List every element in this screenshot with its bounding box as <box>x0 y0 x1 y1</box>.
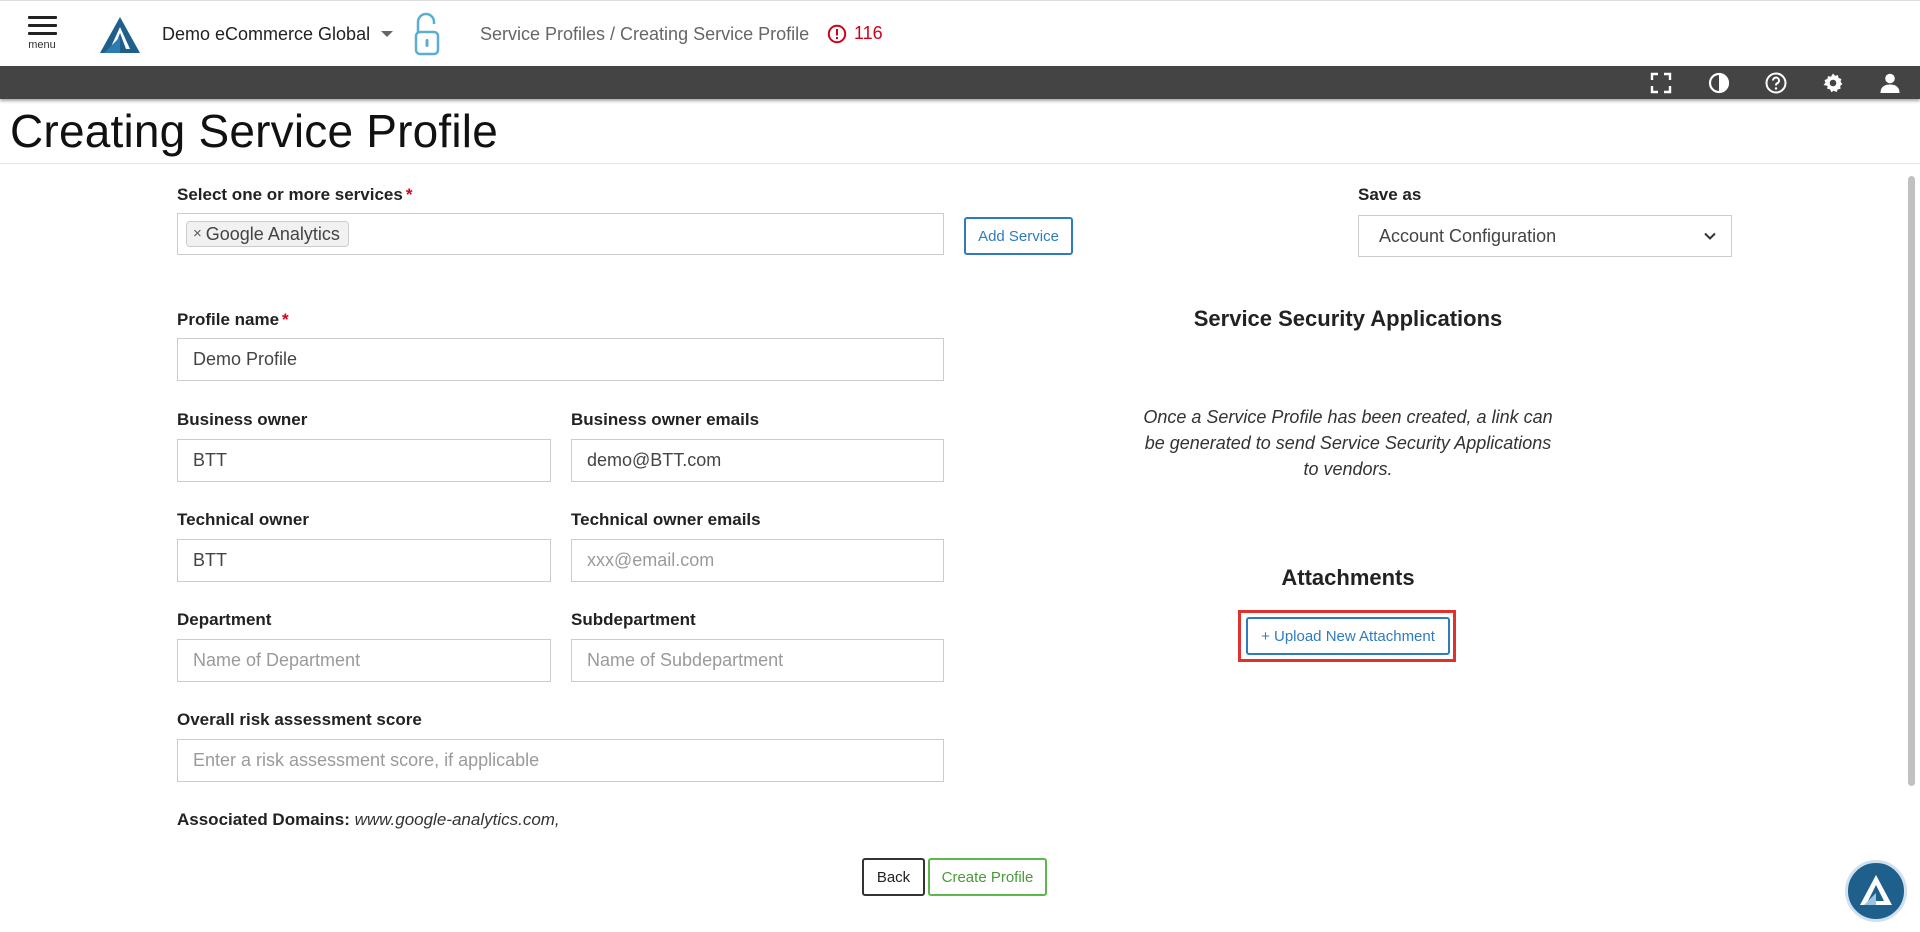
alerts-indicator[interactable]: 116 <box>827 23 883 44</box>
brand-logo-icon <box>1860 875 1892 905</box>
profile-name-input[interactable] <box>177 338 944 381</box>
user-icon[interactable] <box>1878 71 1902 95</box>
help-icon[interactable] <box>1764 71 1788 95</box>
assistant-fab[interactable] <box>1845 860 1907 922</box>
department-label: Department <box>177 610 272 629</box>
domains-label: Associated Domains: <box>177 810 350 829</box>
risk-score-input[interactable] <box>177 739 944 782</box>
chevron-down-icon <box>1704 232 1716 240</box>
technical-owner-label: Technical owner <box>177 510 309 529</box>
profile-name-label: Profile name * <box>177 310 289 330</box>
back-button[interactable]: Back <box>862 858 925 896</box>
subdepartment-input[interactable] <box>571 639 944 682</box>
scrollbar[interactable] <box>1908 176 1915 786</box>
business-owner-input[interactable] <box>177 439 551 482</box>
security-applications-heading: Service Security Applications <box>1193 306 1503 331</box>
technical-owner-emails-label: Technical owner emails <box>571 510 761 529</box>
domains-value: www.google-analytics.com, <box>354 810 560 829</box>
department-input[interactable] <box>177 639 551 682</box>
subdepartment-label: Subdepartment <box>571 610 696 629</box>
required-mark: * <box>282 310 289 329</box>
menu-label: menu <box>28 39 56 51</box>
save-as-label: Save as <box>1358 185 1422 204</box>
remove-chip-icon[interactable]: × <box>193 222 202 246</box>
service-chip: × Google Analytics <box>186 221 349 247</box>
unlock-icon[interactable] <box>410 10 444 58</box>
hamburger-icon <box>27 16 57 19</box>
risk-score-label: Overall risk assessment score <box>177 710 422 729</box>
security-applications-info: Once a Service Profile has been created,… <box>1143 407 1553 479</box>
upload-attachment-button[interactable]: + Upload New Attachment <box>1246 617 1450 655</box>
menu-button[interactable]: menu <box>22 13 62 61</box>
business-owner-emails-label: Business owner emails <box>571 410 760 429</box>
attachments-heading: Attachments <box>1281 565 1415 590</box>
contrast-icon[interactable] <box>1707 71 1731 95</box>
toolbar <box>0 66 1920 99</box>
associated-domains: Associated Domains: www.google-analytics… <box>177 810 560 830</box>
required-mark: * <box>405 185 413 204</box>
hamburger-icon-bar <box>27 24 57 27</box>
services-label-text: Select one or more services <box>177 185 403 204</box>
gear-icon[interactable] <box>1821 71 1845 95</box>
add-service-button[interactable]: Add Service <box>964 217 1073 255</box>
organization-name[interactable]: Demo eCommerce Global <box>162 24 370 45</box>
save-as-select[interactable]: Account Configuration <box>1358 215 1732 257</box>
create-profile-button[interactable]: Create Profile <box>928 858 1047 896</box>
top-header: menu Demo eCommerce Global Service Profi… <box>0 0 1920 66</box>
business-owner-emails-input[interactable] <box>571 439 944 482</box>
alert-count: 116 <box>854 23 883 43</box>
alert-circle-icon <box>827 24 847 43</box>
fullscreen-icon[interactable] <box>1649 71 1673 95</box>
technical-owner-emails-input[interactable] <box>571 539 944 582</box>
services-multiselect[interactable]: × Google Analytics <box>177 213 944 255</box>
business-owner-label: Business owner <box>177 410 308 429</box>
technical-owner-input[interactable] <box>177 539 551 582</box>
hamburger-icon-bar <box>27 32 57 35</box>
breadcrumb: Service Profiles / Creating Service Prof… <box>480 24 810 44</box>
page-title: Creating Service Profile <box>10 105 499 157</box>
profile-name-label-text: Profile name <box>177 310 280 329</box>
brand-logo-icon[interactable] <box>98 15 142 55</box>
save-as-value: Account Configuration <box>1379 226 1557 246</box>
org-dropdown-caret-icon[interactable] <box>381 31 393 37</box>
services-label: Select one or more services * <box>177 185 412 205</box>
title-divider <box>0 163 1920 164</box>
service-chip-label: Google Analytics <box>205 224 340 244</box>
